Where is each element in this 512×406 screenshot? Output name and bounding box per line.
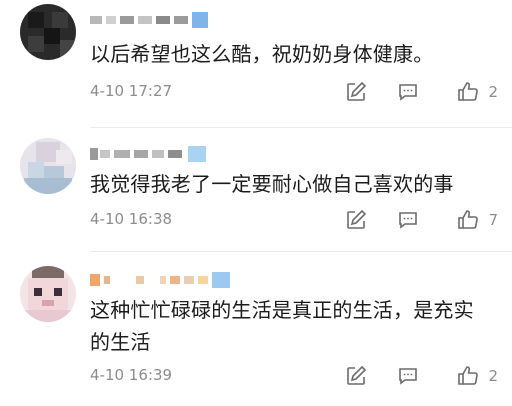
comment-time: 4-10 16:38 — [90, 210, 173, 228]
avatar[interactable] — [20, 266, 76, 322]
comment-time: 4-10 16:39 — [90, 366, 173, 384]
comment-item: 我觉得我老了一定要耐心做自己喜欢的事 4-10 16:38 7 — [0, 128, 512, 252]
comment-bubble-icon[interactable] — [396, 80, 420, 104]
comment-bubble-icon[interactable] — [396, 208, 420, 232]
comment-meta-row: 4-10 16:38 7 — [90, 208, 498, 232]
comment-meta-row: 4-10 16:39 2 — [90, 364, 498, 388]
comment-item: 以后希望也这么酷，祝奶奶身体健康。 4-10 17:27 2 — [0, 0, 512, 128]
thumbs-up-icon — [456, 364, 480, 388]
like-count: 2 — [488, 367, 498, 385]
comment-bubble-icon[interactable] — [396, 364, 420, 388]
thumbs-up-icon — [456, 80, 480, 104]
thumbs-up-icon — [456, 208, 480, 232]
like-button[interactable]: 7 — [456, 208, 498, 232]
like-button[interactable]: 2 — [456, 364, 498, 388]
edit-reply-icon[interactable] — [344, 208, 368, 232]
like-button[interactable]: 2 — [456, 80, 498, 104]
edit-reply-icon[interactable] — [344, 364, 368, 388]
comment-meta-row: 4-10 17:27 2 — [90, 80, 498, 104]
avatar[interactable] — [20, 138, 76, 194]
comment-item: 这种忙忙碌碌的生活是真正的生活，是充实的生活 4-10 16:39 2 — [0, 252, 512, 406]
comment-time: 4-10 17:27 — [90, 82, 173, 100]
username-blurred[interactable] — [90, 272, 230, 288]
like-count: 7 — [488, 211, 498, 229]
comment-text: 我觉得我老了一定要耐心做自己喜欢的事 — [90, 172, 454, 196]
comment-text: 这种忙忙碌碌的生活是真正的生活，是充实的生活 — [90, 298, 474, 354]
avatar[interactable] — [20, 4, 76, 60]
edit-reply-icon[interactable] — [344, 80, 368, 104]
username-blurred[interactable] — [90, 12, 230, 28]
like-count: 2 — [488, 83, 498, 101]
username-blurred[interactable] — [90, 146, 230, 162]
comment-text: 以后希望也这么酷，祝奶奶身体健康。 — [90, 42, 434, 66]
